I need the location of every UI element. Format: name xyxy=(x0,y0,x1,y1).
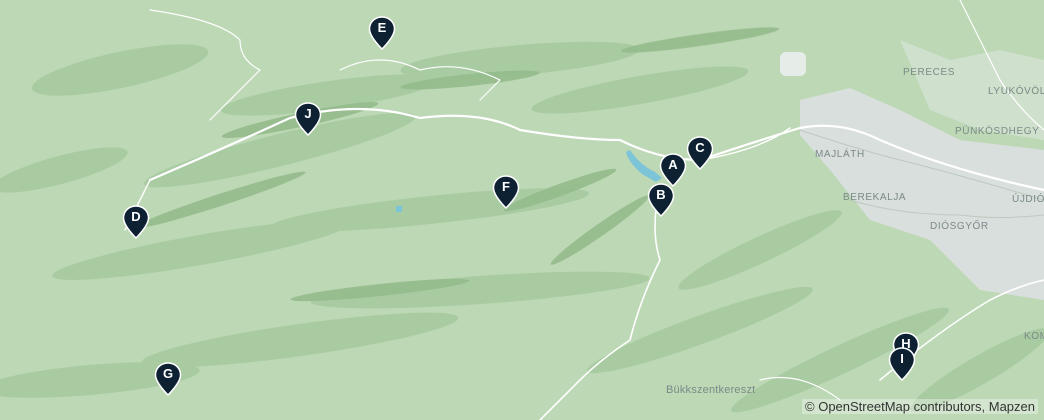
map-marker-j[interactable]: J xyxy=(294,102,322,136)
map-marker-c[interactable]: C xyxy=(686,136,714,170)
place-label-komi: KOMI xyxy=(1024,331,1044,342)
map-marker-e[interactable]: E xyxy=(368,16,396,50)
map-attribution[interactable]: © OpenStreetMap contributors, Mapzen xyxy=(802,399,1038,414)
marker-label: J xyxy=(304,106,312,121)
map-marker-g[interactable]: G xyxy=(154,362,182,396)
marker-label: B xyxy=(656,187,666,202)
place-label-bukkszentkereszt: Bükkszentkereszt xyxy=(666,384,756,396)
place-label-majlath: MAJLÁTH xyxy=(815,149,865,160)
place-label-lyukovolgy: LYUKÓVÖLGY xyxy=(988,86,1044,97)
marker-label: F xyxy=(502,179,510,194)
map-marker-d[interactable]: D xyxy=(122,205,150,239)
marker-label: C xyxy=(695,140,705,155)
place-label-ujdios: ÚJDIÓS xyxy=(1012,194,1044,205)
marker-label: I xyxy=(900,351,904,366)
place-label-pereces: PERECES xyxy=(903,67,955,78)
map-marker-a[interactable]: A xyxy=(659,153,687,187)
map-marker-i[interactable]: I xyxy=(888,347,916,381)
marker-label: D xyxy=(131,209,141,224)
marker-label: E xyxy=(377,20,387,35)
map-marker-b[interactable]: B xyxy=(647,183,675,217)
marker-label: A xyxy=(668,157,678,172)
map-marker-f[interactable]: F xyxy=(492,175,520,209)
place-label-berekalja: BEREKALJA xyxy=(843,192,907,203)
place-label-punkosdhegy: PÜNKÖSDHEGY xyxy=(955,126,1040,137)
map-view[interactable]: PERECES LYUKÓVÖLGY PÜNKÖSDHEGY MAJLÁTH B… xyxy=(0,0,1044,420)
place-label-diosgyor: DIÓSGYŐR xyxy=(930,221,989,232)
marker-label: G xyxy=(162,366,174,381)
